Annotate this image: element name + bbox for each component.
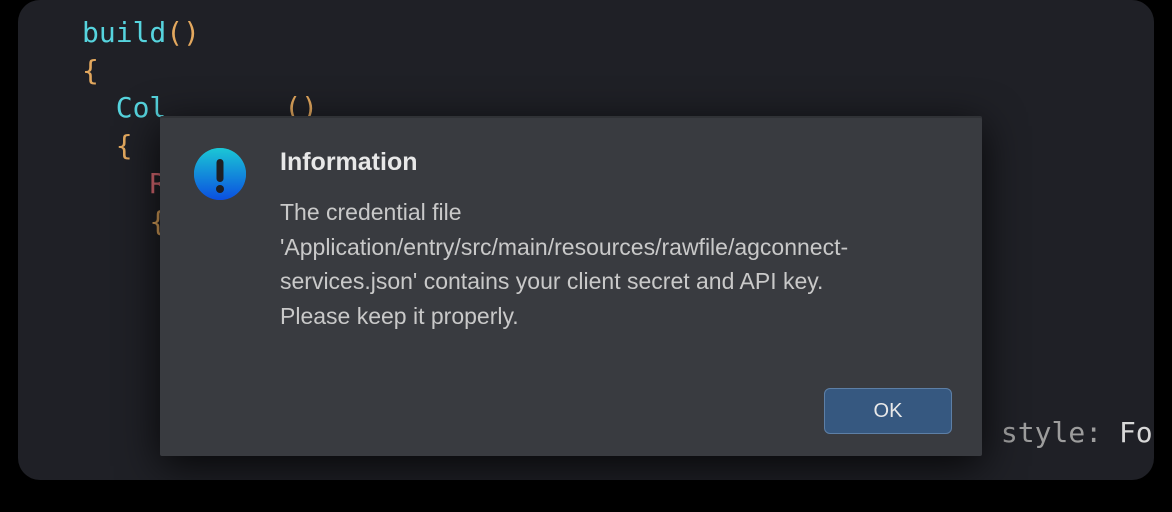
code-token: () <box>166 16 200 49</box>
code-token: { <box>82 54 99 87</box>
dialog-body: Information The credential file 'Applica… <box>160 116 982 333</box>
information-dialog: Information The credential file 'Applica… <box>160 116 982 456</box>
code-token: build <box>82 16 166 49</box>
dialog-title: Information <box>280 148 948 177</box>
code-token: , style: <box>967 416 1119 449</box>
ok-button[interactable]: OK <box>824 388 952 434</box>
dialog-footer: OK <box>824 388 952 434</box>
code-token: { <box>116 129 133 162</box>
dialog-text: Information The credential file 'Applica… <box>280 148 948 333</box>
dialog-message: The credential file 'Application/entry/s… <box>280 195 900 333</box>
info-icon <box>194 148 246 200</box>
code-token: FontS <box>1119 416 1154 449</box>
code-token: Col <box>116 91 167 124</box>
